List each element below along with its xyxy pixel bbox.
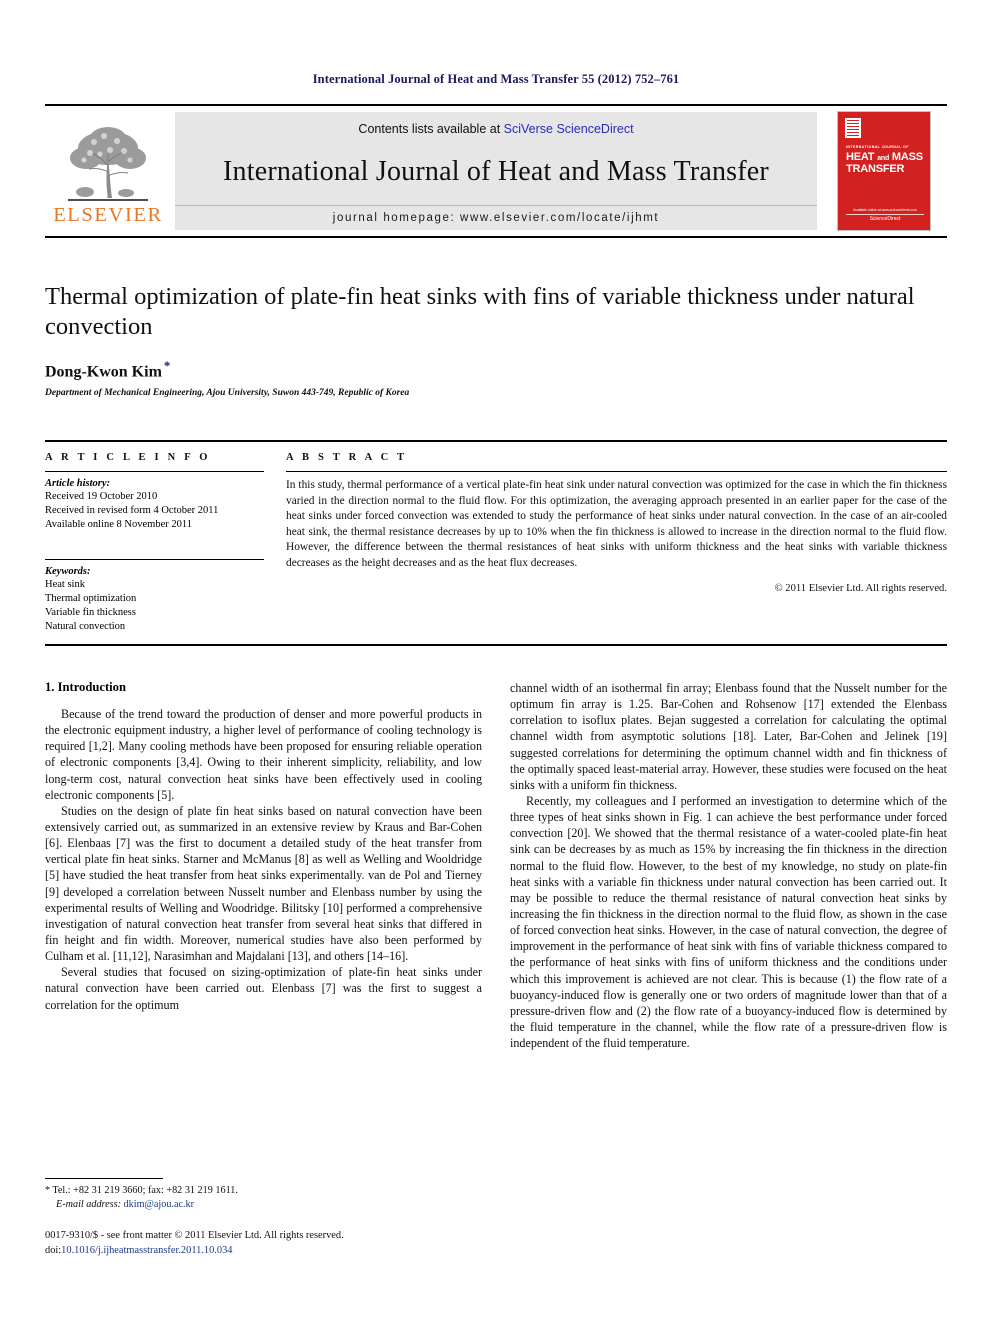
paper-page: International Journal of Heat and Mass T… [0, 0, 992, 1323]
page-footer: 0017-9310/$ - see front matter © 2011 El… [45, 1228, 545, 1258]
paragraph: Because of the trend toward the producti… [45, 707, 482, 802]
history-revised: Received in revised form 4 October 2011 [45, 505, 219, 517]
journal-homepage-link[interactable]: journal homepage: www.elsevier.com/locat… [175, 205, 817, 224]
divider [45, 558, 264, 560]
keywords-label: Keywords: [45, 565, 91, 577]
page-title: Thermal optimization of plate-fin heat s… [45, 283, 915, 340]
elsevier-wordmark: ELSEVIER [53, 204, 163, 227]
doi-line: doi:10.1016/j.ijheatmasstransfer.2011.10… [45, 1243, 545, 1258]
affiliation: Department of Mechanical Engineering, Aj… [45, 388, 410, 399]
journal-cover-container: INTERNATIONAL JOURNAL OF HEAT and MASS T… [821, 106, 947, 236]
cover-title-and: and [877, 155, 890, 162]
footnote-block: * Tel.: +82 31 219 3660; fax: +82 31 219… [45, 1178, 482, 1213]
footnote-divider [45, 1178, 163, 1179]
article-info-heading: A R T I C L E I N F O [45, 452, 211, 463]
journal-cover-thumbnail: INTERNATIONAL JOURNAL OF HEAT and MASS T… [838, 112, 930, 230]
contents-available-line: Contents lists available at SciVerse Sci… [358, 122, 633, 136]
history-available: Available online 8 November 2011 [45, 519, 192, 531]
email-label: E-mail address: [56, 1199, 121, 1211]
article-history-label: Article history: [45, 478, 111, 489]
footnote-marker: * [45, 1185, 50, 1196]
paragraph: Recently, my colleagues and I performed … [510, 793, 947, 1051]
history-received: Received 19 October 2010 [45, 491, 158, 502]
cover-footer: Available online at www.sciencedirect.co… [846, 208, 924, 222]
elsevier-tree-icon [68, 127, 148, 202]
cover-foot-note: Available online at www.sciencedirect.co… [853, 208, 917, 212]
contents-prefix: Contents lists available at [358, 122, 504, 136]
cover-title-mass: MASS [891, 151, 923, 163]
sciencedirect-link[interactable]: SciVerse ScienceDirect [504, 122, 634, 136]
footnote-contact-text: Tel.: +82 31 219 3660; fax: +82 31 219 1… [52, 1185, 238, 1196]
keyword-item: Variable fin thickness [45, 606, 136, 618]
body-columns: 1. Introduction Because of the trend tow… [45, 680, 947, 1051]
abstract-column: A B S T R A C T In this study, thermal p… [282, 452, 947, 634]
cover-elsevier-icon [845, 118, 861, 138]
journal-banner: ELSEVIER Contents lists available at Sci… [45, 104, 947, 238]
cover-big-title: HEAT and MASS TRANSFER [846, 151, 924, 176]
article-info-column: A R T I C L E I N F O Article history: R… [45, 452, 282, 634]
running-head: International Journal of Heat and Mass T… [312, 72, 680, 86]
abstract-heading: A B S T R A C T [286, 452, 408, 463]
keyword-item: Thermal optimization [45, 592, 137, 604]
abstract-copyright: © 2011 Elsevier Ltd. All rights reserved… [774, 583, 947, 594]
body-column-left: 1. Introduction Because of the trend tow… [45, 680, 482, 1051]
title-block: Thermal optimization of plate-fin heat s… [45, 282, 947, 398]
info-abstract-band: A R T I C L E I N F O Article history: R… [45, 440, 947, 647]
author-list: Dong-Kwon Kim * [45, 358, 947, 381]
doi-prefix: doi: [45, 1245, 62, 1257]
footnote-email-line: E-mail address: dkim@ajou.ac.kr [45, 1198, 482, 1212]
divider [45, 471, 264, 472]
corresponding-author-marker: * [163, 357, 171, 373]
keyword-item: Heat sink [45, 578, 85, 590]
journal-title: International Journal of Heat and Mass T… [223, 155, 769, 187]
author-name: Dong-Kwon Kim [45, 363, 162, 381]
elsevier-logo: ELSEVIER [45, 106, 171, 236]
cover-foot-brand: ScienceDirect [846, 214, 924, 222]
footnote-contact: * Tel.: +82 31 219 3660; fax: +82 31 219… [45, 1184, 482, 1198]
keyword-item: Natural convection [45, 621, 126, 633]
abstract-text: In this study, thermal performance of a … [286, 479, 947, 569]
banner-center: Contents lists available at SciVerse Sci… [175, 112, 817, 230]
body-column-right: channel width of an isothermal fin array… [510, 680, 947, 1051]
paragraph: channel width of an isothermal fin array… [510, 681, 947, 792]
cover-title-heat: HEAT [846, 151, 875, 163]
paragraph: Several studies that focused on sizing-o… [45, 965, 482, 1012]
paragraph: Studies on the design of plate fin heat … [45, 803, 482, 964]
cover-small-title: INTERNATIONAL JOURNAL OF [846, 145, 909, 149]
section-heading-introduction: 1. Introduction [45, 680, 126, 694]
divider [286, 471, 947, 472]
cover-title-transfer: TRANSFER [846, 162, 905, 175]
email-link[interactable]: dkim@ajou.ac.kr [124, 1199, 195, 1210]
doi-link[interactable]: 10.1016/j.ijheatmasstransfer.2011.10.034 [61, 1245, 232, 1256]
issn-line: 0017-9310/$ - see front matter © 2011 El… [45, 1230, 344, 1241]
